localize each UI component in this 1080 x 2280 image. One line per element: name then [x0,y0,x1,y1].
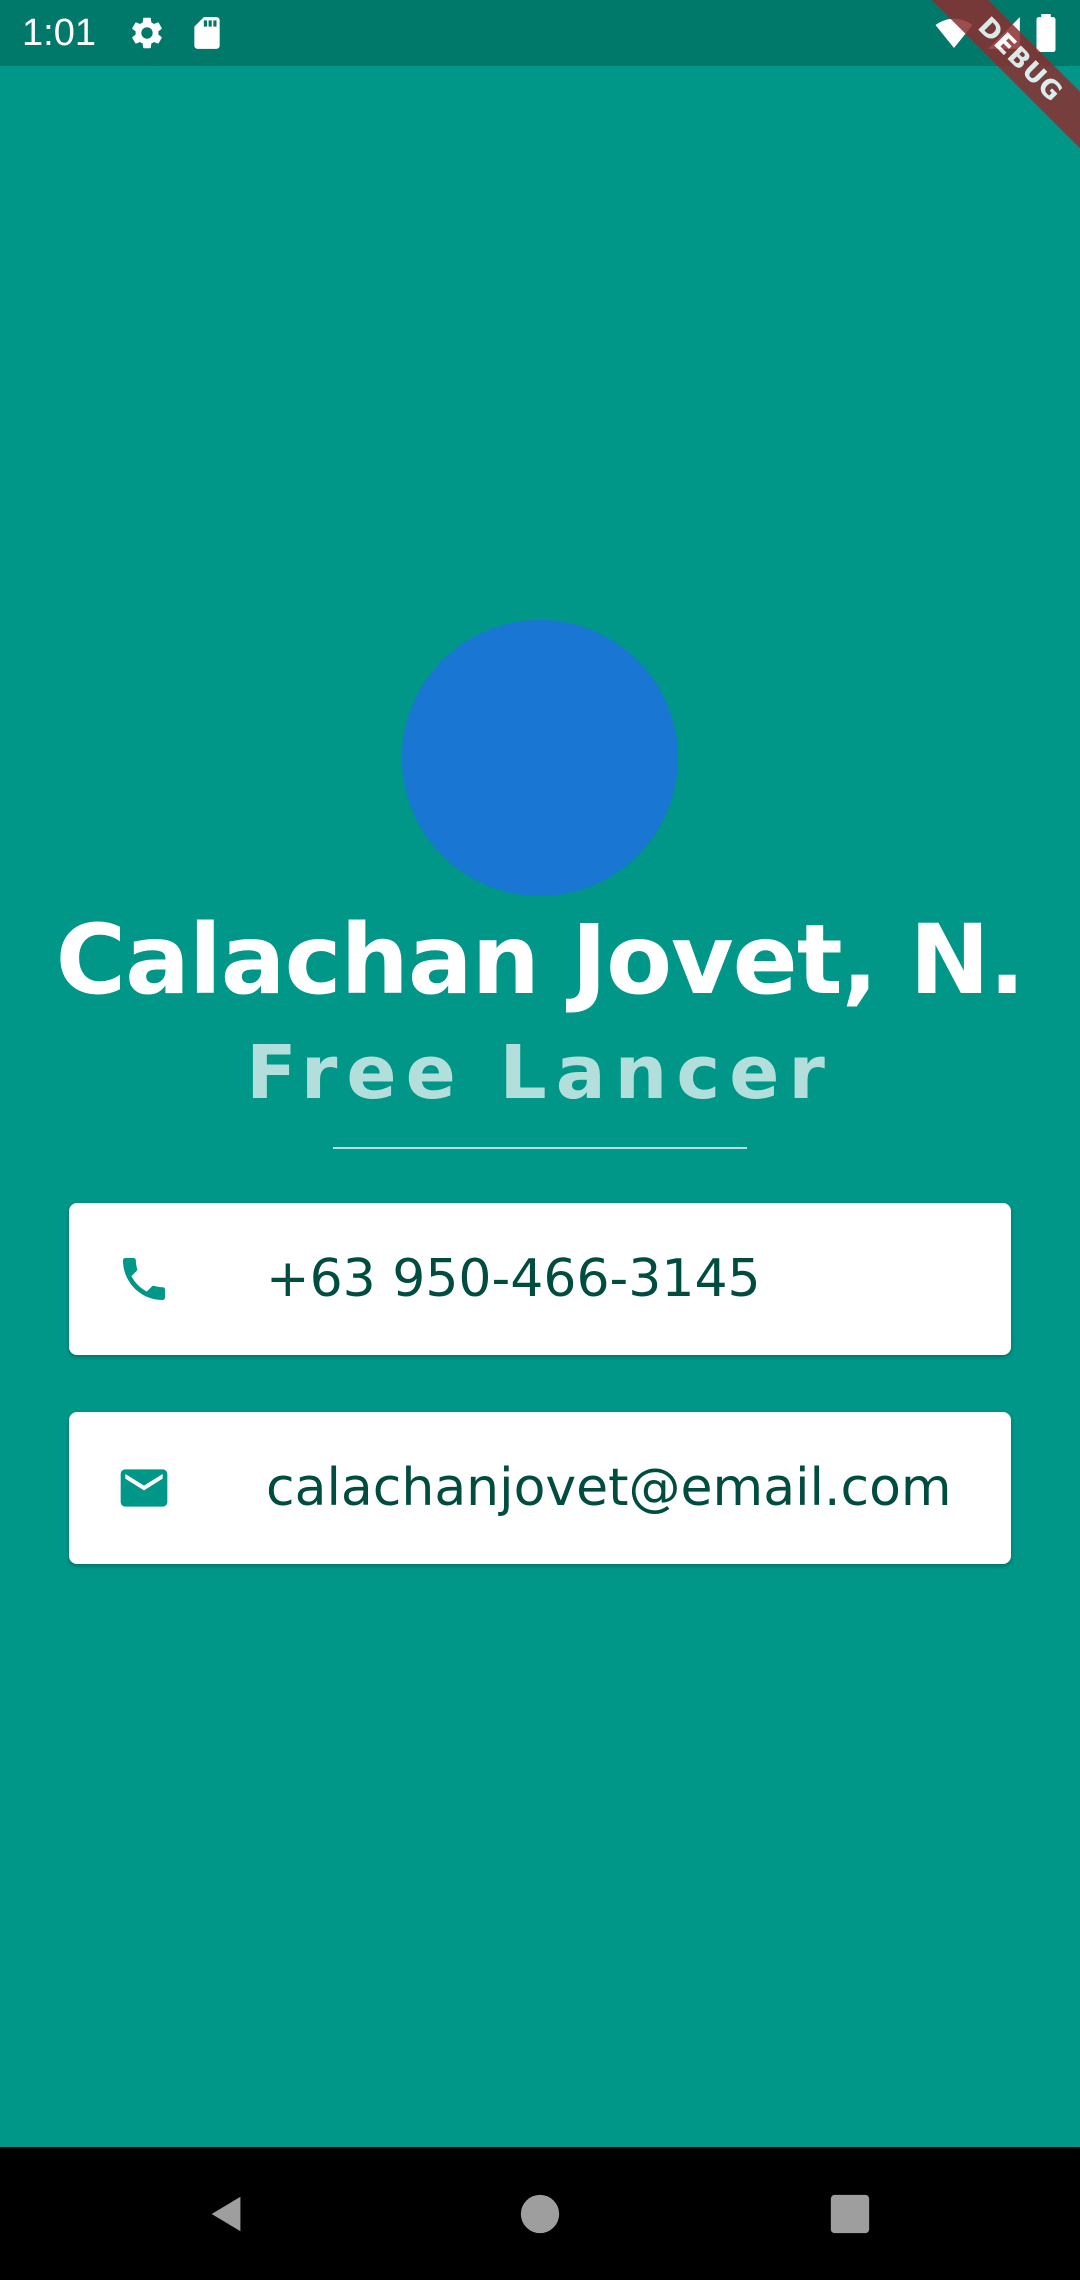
gear-icon [128,14,166,52]
email-card[interactable]: calachanjovet@email.com [69,1412,1011,1564]
battery-icon [1032,14,1060,52]
phone-icon [116,1251,172,1307]
avatar [402,620,678,896]
back-icon[interactable] [204,2191,250,2237]
navigation-bar [0,2147,1080,2280]
status-bar: 1:01 [0,0,1080,66]
phone-card[interactable]: +63 950-466-3145 [69,1203,1011,1355]
divider [333,1147,747,1149]
mail-icon [116,1460,172,1516]
business-card-screen: 1:01 DEBUG Calachan Jovet, N. Free Lance… [0,0,1080,2280]
profile-name: Calachan Jovet, N. [55,904,1026,1016]
profile-title: Free Lancer [246,1030,834,1116]
status-time: 1:01 [22,12,96,54]
sd-card-icon [188,14,226,52]
phone-number: +63 950-466-3145 [266,1249,761,1309]
home-icon[interactable] [517,2191,563,2237]
recents-icon[interactable] [827,2191,873,2237]
email-address: calachanjovet@email.com [266,1458,952,1518]
